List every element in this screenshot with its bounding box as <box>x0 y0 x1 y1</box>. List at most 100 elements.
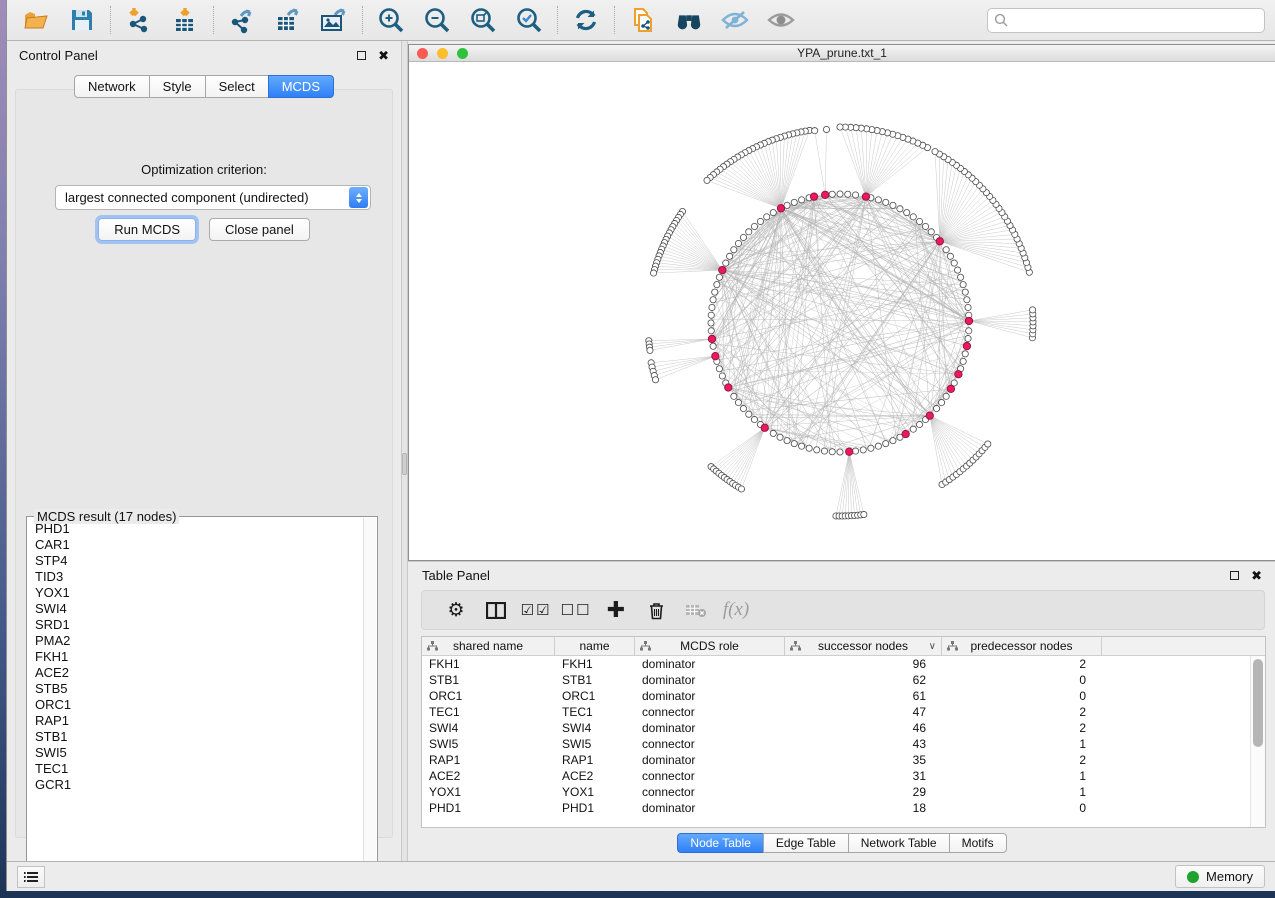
mcds-result-item[interactable]: ACE2 <box>35 665 363 681</box>
leaf-node[interactable] <box>704 177 710 183</box>
deselect-all-columns-button[interactable]: ☐☐ <box>556 595 596 625</box>
ring-node[interactable] <box>890 202 896 208</box>
add-column-button[interactable]: ✚ <box>596 595 636 625</box>
ring-node[interactable] <box>708 320 714 326</box>
import-network-button[interactable] <box>124 5 154 35</box>
ring-node[interactable] <box>904 210 910 216</box>
table-scrollbar[interactable] <box>1250 656 1265 827</box>
table-row[interactable]: YOX1YOX1connector291 <box>422 784 1265 800</box>
ring-node[interactable] <box>740 405 746 411</box>
mcds-result-item[interactable]: PHD1 <box>35 521 363 537</box>
select-all-columns-button[interactable]: ☑☑ <box>516 595 556 625</box>
ring-node[interactable] <box>829 191 835 197</box>
ring-node[interactable] <box>965 335 971 341</box>
tab-mcds[interactable]: MCDS <box>268 75 334 98</box>
ring-node[interactable] <box>791 441 797 447</box>
ring-node[interactable] <box>723 260 729 266</box>
ring-node[interactable] <box>714 282 720 288</box>
leaf-node[interactable] <box>738 486 744 492</box>
leaf-node[interactable] <box>647 347 653 353</box>
ring-node[interactable] <box>868 445 874 451</box>
mcds-hub-node[interactable] <box>947 385 954 392</box>
ring-node[interactable] <box>883 199 889 205</box>
mcds-hub-node[interactable] <box>777 205 784 212</box>
tab-node-table[interactable]: Node Table <box>677 833 764 853</box>
mcds-result-item[interactable]: STP4 <box>35 553 363 569</box>
ring-node[interactable] <box>928 229 934 235</box>
window-minimize-icon[interactable] <box>437 48 448 59</box>
mcds-list-scrollbar[interactable] <box>363 518 376 885</box>
ring-node[interactable] <box>933 405 939 411</box>
criterion-select[interactable]: largest connected component (undirected) <box>55 185 371 210</box>
leaf-node[interactable] <box>650 270 656 276</box>
tab-network[interactable]: Network <box>74 75 150 98</box>
ring-node[interactable] <box>860 447 866 453</box>
mcds-hub-node[interactable] <box>936 238 943 245</box>
mcds-hub-node[interactable] <box>719 266 726 273</box>
mcds-result-item[interactable]: FKH1 <box>35 649 363 665</box>
ring-node[interactable] <box>719 373 725 379</box>
mcds-result-item[interactable]: STB5 <box>35 681 363 697</box>
refresh-view-button[interactable] <box>571 5 601 35</box>
mcds-result-item[interactable]: ORC1 <box>35 697 363 713</box>
ring-node[interactable] <box>962 289 968 295</box>
ring-node[interactable] <box>791 199 797 205</box>
ring-node[interactable] <box>716 366 722 372</box>
leaf-node[interactable] <box>932 148 938 154</box>
network-canvas[interactable] <box>409 63 1275 560</box>
leaf-node[interactable] <box>823 126 829 132</box>
ring-node[interactable] <box>962 351 968 357</box>
zoom-fit-button[interactable] <box>468 5 498 35</box>
import-table-button[interactable] <box>170 5 200 35</box>
tab-motifs[interactable]: Motifs <box>949 833 1007 853</box>
leaf-node[interactable] <box>985 441 991 447</box>
mcds-hub-node[interactable] <box>810 193 817 200</box>
table-row[interactable]: PHD1PHD1dominator180 <box>422 800 1265 816</box>
float-panel-icon[interactable] <box>357 51 366 60</box>
leaf-node[interactable] <box>812 128 818 134</box>
ring-node[interactable] <box>784 438 790 444</box>
table-row[interactable]: ACE2ACE2connector311 <box>422 768 1265 784</box>
ring-node[interactable] <box>731 247 737 253</box>
ring-node[interactable] <box>751 223 757 229</box>
ring-node[interactable] <box>735 240 741 246</box>
table-row[interactable]: FKH1FKH1dominator962 <box>422 656 1265 672</box>
export-table-button[interactable] <box>273 5 303 35</box>
ring-node[interactable] <box>710 343 716 349</box>
ring-node[interactable] <box>875 443 881 449</box>
mcds-hub-node[interactable] <box>712 352 719 359</box>
tab-network-table[interactable]: Network Table <box>848 833 950 853</box>
ring-node[interactable] <box>764 214 770 220</box>
ring-node[interactable] <box>965 304 971 310</box>
ring-node[interactable] <box>837 191 843 197</box>
splitter-grip[interactable] <box>402 453 407 475</box>
table-row[interactable]: TEC1TEC1connector472 <box>422 704 1265 720</box>
open-file-button[interactable] <box>21 5 51 35</box>
table-row[interactable]: ORC1ORC1dominator610 <box>422 688 1265 704</box>
leaf-node[interactable] <box>837 124 843 130</box>
ring-node[interactable] <box>777 434 783 440</box>
close-panel-icon[interactable]: ✖ <box>378 49 389 62</box>
column-header-name[interactable]: name <box>555 637 635 655</box>
ring-node[interactable] <box>966 328 972 334</box>
network-window-titlebar[interactable]: YPA_prune.txt_1 <box>409 45 1275 62</box>
search-input[interactable] <box>987 8 1265 33</box>
ring-node[interactable] <box>799 197 805 203</box>
table-row[interactable]: RAP1RAP1dominator352 <box>422 752 1265 768</box>
tab-style[interactable]: Style <box>149 75 206 98</box>
ring-node[interactable] <box>746 411 752 417</box>
ring-node[interactable] <box>958 274 964 280</box>
table-row[interactable]: SWI4SWI4dominator462 <box>422 720 1265 736</box>
zoom-selected-button[interactable] <box>514 5 544 35</box>
ring-node[interactable] <box>960 358 966 364</box>
mcds-result-item[interactable]: GCR1 <box>35 777 363 793</box>
mcds-hub-node[interactable] <box>761 424 768 431</box>
mcds-result-item[interactable]: STB1 <box>35 729 363 745</box>
ring-node[interactable] <box>821 448 827 454</box>
first-neighbors-button[interactable] <box>674 5 704 35</box>
window-close-icon[interactable] <box>417 48 428 59</box>
column-header-successor-nodes[interactable]: successor nodes∨ <box>785 637 942 655</box>
ring-node[interactable] <box>751 416 757 422</box>
mcds-hub-node[interactable] <box>725 384 732 391</box>
mcds-result-item[interactable]: YOX1 <box>35 585 363 601</box>
